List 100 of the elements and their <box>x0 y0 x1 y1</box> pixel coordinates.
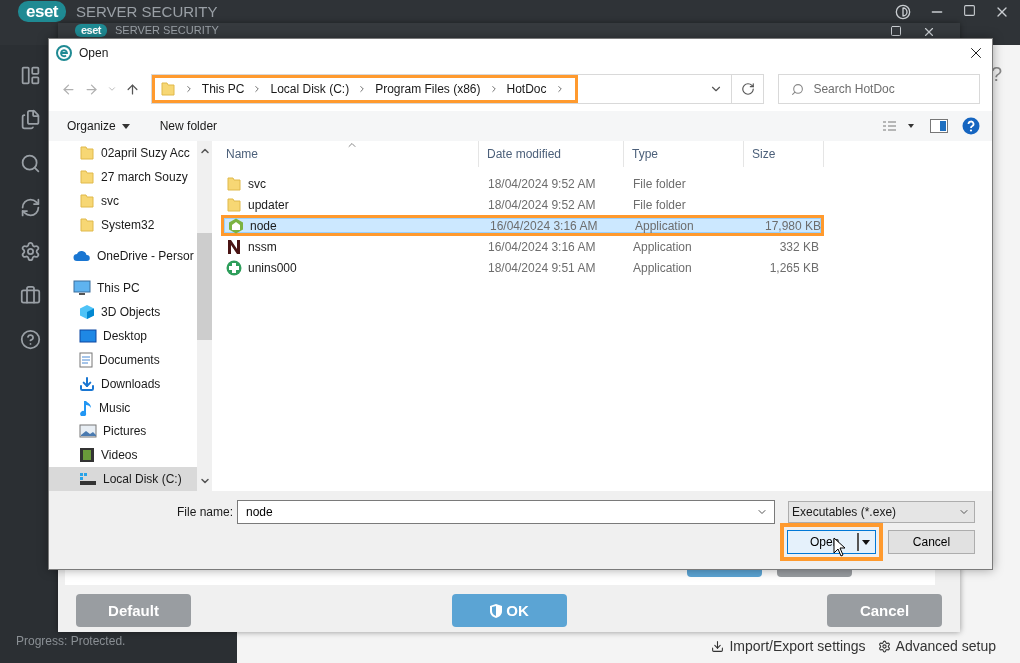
logo: eset <box>18 1 67 22</box>
cube-icon <box>79 304 95 321</box>
breadcrumb-item[interactable]: HotDoc <box>506 82 547 96</box>
folder-icon <box>226 175 242 192</box>
nav-item[interactable]: Videos <box>49 443 197 468</box>
folder-icon <box>79 144 95 161</box>
document-icon <box>79 351 93 368</box>
toolbar-button[interactable]: New folder <box>159 119 218 133</box>
footer-link[interactable]: Advanced setup <box>877 638 996 654</box>
cancel-button[interactable]: Cancel <box>888 530 975 554</box>
search-icon <box>791 82 805 96</box>
view-list-icon[interactable] <box>882 120 916 132</box>
picture-icon <box>79 424 97 439</box>
file-row[interactable]: nssm 16/04/2024 3:16 AM Application 332 KB <box>221 236 824 257</box>
file-name: unins000 <box>222 259 480 276</box>
briefcase-icon[interactable] <box>20 285 41 306</box>
nav-item[interactable]: Desktop <box>49 324 197 348</box>
column-header[interactable]: Type <box>624 141 744 167</box>
table-cell-text: 16/04/2024 3:16 AM <box>489 219 599 233</box>
refresh-icon[interactable] <box>20 197 41 218</box>
plus-badge-icon <box>226 259 242 276</box>
file-row[interactable]: svc 18/04/2024 9:52 AM File folder <box>221 173 824 194</box>
shield-icon <box>489 602 504 619</box>
nav-item[interactable]: 27 march Souzy <box>49 164 197 189</box>
contrast-icon[interactable] <box>895 4 911 20</box>
film-icon <box>79 447 95 464</box>
product-name: SERVER SECURITY <box>115 25 219 36</box>
monitor-icon <box>73 280 91 297</box>
nav-item[interactable]: 02april Suzy Acc <box>49 141 197 165</box>
nav-item[interactable]: svc <box>49 188 197 213</box>
nav-item[interactable]: Music <box>49 395 197 420</box>
column-header[interactable]: Date modified <box>479 141 624 167</box>
refresh-icon <box>740 82 755 96</box>
drive-icon <box>79 472 97 487</box>
table-cell-text: 1,265 KB <box>768 260 820 275</box>
file-name: nssm <box>222 238 480 255</box>
nav-item[interactable]: Pictures <box>49 419 197 444</box>
search-icon[interactable] <box>20 153 41 174</box>
scrollbar[interactable] <box>197 141 212 491</box>
music-note-icon <box>79 399 93 416</box>
search-input[interactable]: Search HotDoc <box>813 81 934 97</box>
file-row[interactable]: node 16/04/2024 3:16 AM Application 17,980 KB <box>221 215 824 236</box>
up-icon[interactable] <box>125 81 140 97</box>
app-icon <box>56 45 72 61</box>
table-cell-text: 332 KB <box>778 239 820 254</box>
table-cell-text: 18/04/2024 9:51 AM <box>487 260 597 275</box>
help-icon[interactable] <box>20 329 41 350</box>
table-cell-text: File folder <box>632 197 687 212</box>
file-name: node <box>224 218 482 234</box>
maximize-icon[interactable] <box>963 4 976 17</box>
files-icon[interactable] <box>20 109 41 130</box>
file-name: svc <box>222 175 480 192</box>
help-icon[interactable] <box>962 117 980 135</box>
settings-icon[interactable] <box>20 241 41 262</box>
nav-item[interactable]: System32 <box>49 212 197 237</box>
nav-item[interactable]: This PC <box>49 276 197 301</box>
status-text: Progress: Protected. <box>15 634 127 650</box>
hexagon-icon <box>228 218 244 234</box>
nav-item[interactable]: OneDrive - Persor <box>49 244 197 269</box>
folder-icon <box>79 192 95 209</box>
nav-item[interactable]: Documents <box>49 347 197 372</box>
folder-icon <box>79 168 95 185</box>
field-label: File name: <box>176 505 233 519</box>
preview-pane-icon[interactable] <box>930 119 948 133</box>
address-bar[interactable]: This PC Local Disk (C:) Program Files (x86) HotDoc <box>150 74 765 104</box>
table-cell-text: 18/04/2024 9:52 AM <box>487 176 597 191</box>
dialog-title: Open <box>79 46 109 60</box>
folder-icon <box>159 81 176 97</box>
logo: eset <box>75 24 108 37</box>
maximize-icon[interactable] <box>890 25 902 37</box>
nav-item[interactable]: Local Disk (C:) <box>49 467 197 492</box>
desktop-icon <box>79 328 97 343</box>
table-cell-text: 18/04/2024 9:52 AM <box>487 197 597 212</box>
nav-item[interactable]: Downloads <box>49 371 197 396</box>
caret-icon[interactable] <box>862 539 870 545</box>
file-name-combo[interactable]: node <box>237 500 775 524</box>
close-icon[interactable] <box>922 25 936 39</box>
toolbar-button[interactable]: Organize <box>67 119 130 133</box>
file-row[interactable]: updater 18/04/2024 9:52 AM File folder <box>221 194 824 215</box>
file-name-input[interactable]: node <box>244 504 756 520</box>
table-cell-text: Application <box>634 219 695 233</box>
dashboard-icon[interactable] <box>20 65 41 86</box>
footer-link[interactable]: Import/Export settings <box>711 638 866 654</box>
breadcrumb-item[interactable]: Local Disk (C:) <box>270 82 350 96</box>
search-box[interactable]: Search HotDoc <box>778 74 980 104</box>
column-header[interactable]: Size <box>744 141 824 167</box>
product-name: SERVER SECURITY <box>76 4 218 19</box>
table-cell-text: 17,980 KB <box>763 219 822 233</box>
nav-item[interactable]: 3D Objects <box>49 300 197 324</box>
zigzag-icon <box>226 238 242 255</box>
table-cell-text: File folder <box>632 176 687 191</box>
file-row[interactable]: unins000 18/04/2024 9:51 AM Application 1,265 KB <box>221 257 824 278</box>
folder-icon <box>226 196 242 213</box>
column-header[interactable]: Name <box>221 141 479 167</box>
gear-icon <box>877 639 891 653</box>
breadcrumb-item[interactable]: Program Files (x86) <box>375 82 481 96</box>
folder-icon <box>79 216 95 233</box>
file-type-select[interactable]: Executables (*.exe) <box>788 501 975 523</box>
table-cell-text: Application <box>632 260 693 275</box>
breadcrumb-item[interactable]: This PC <box>201 82 245 96</box>
